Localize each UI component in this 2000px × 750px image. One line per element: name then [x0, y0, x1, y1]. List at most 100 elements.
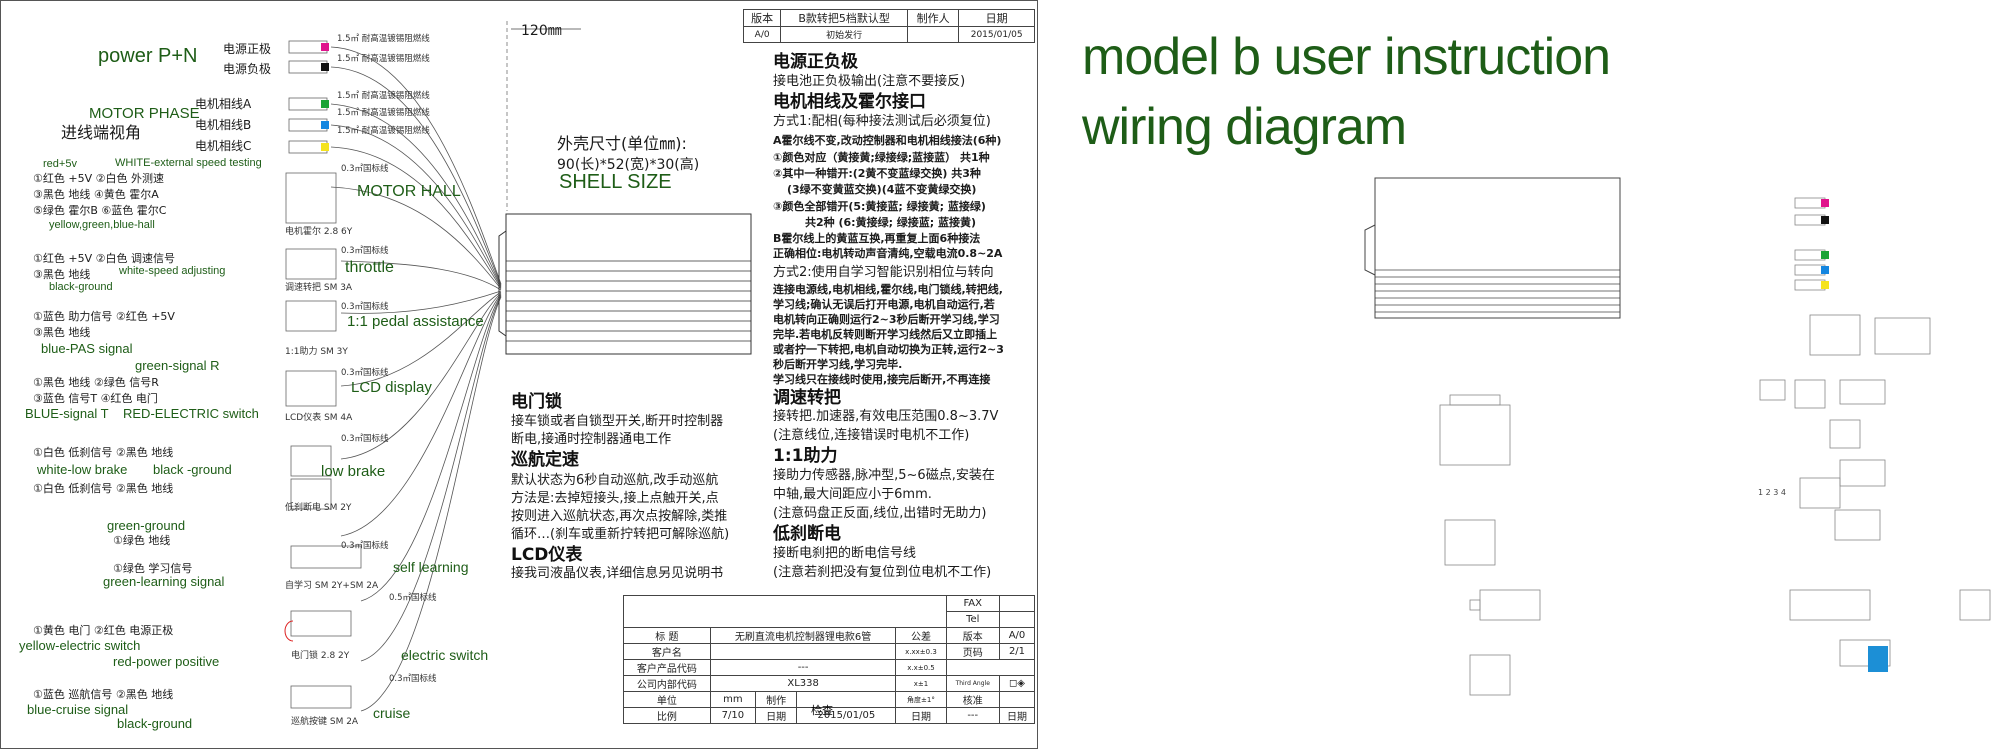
red-terminal-icon	[321, 43, 329, 51]
section-heading: 电门锁	[511, 392, 562, 412]
wire-spec: 0.3㎡国标线	[341, 302, 389, 312]
wire-spec: 0.5㎡国标线	[389, 593, 437, 603]
hall-line: ③黑色 地线 ④黄色 霍尔A	[33, 188, 159, 201]
white-low-label: white-low brake	[37, 462, 128, 477]
pas-line: ①蓝色 助力信号 ②红色 +5V	[33, 310, 175, 323]
instruction-text: (注意码盘正反面,线位,出错时无助力)	[773, 506, 987, 521]
instruction-text: (注意线位,连接错误时电机不工作)	[773, 428, 970, 443]
projection-label: Third Angle	[945, 675, 1000, 692]
instruction-text: 电机转向正确则运行2~3秒后断开学习线,学习	[773, 313, 1000, 326]
wire-spec: 0.3㎡国标线	[389, 674, 437, 684]
switch-line: ①黄色 电门 ②红色 电源正极	[33, 624, 174, 637]
phase-c: 电机相线C	[195, 139, 252, 153]
instruction-text: 接我司液晶仪表,详细信息另见说明书	[511, 566, 724, 581]
section-heading: 巡航定速	[511, 450, 579, 470]
section-heading: 电机相线及霍尔接口	[773, 92, 926, 112]
instruction-text: 中轴,最大间距应小于6mm.	[773, 487, 932, 502]
lcd-line: ③蓝色 信号T ④红色 电门	[33, 392, 158, 405]
throttle-line: ①红色 +5V ②白色 调速信号	[33, 252, 175, 265]
date-label: 日期	[998, 707, 1036, 724]
black-terminal-icon	[321, 63, 329, 71]
lcd-line: ①黑色 地线 ②绿色 信号R	[33, 376, 159, 389]
red5v-label: red+5v	[43, 158, 77, 170]
page-value: 2/1	[998, 643, 1036, 660]
red-pp-label: red-power positive	[113, 654, 220, 669]
page-label: 页码	[945, 643, 1000, 660]
white-speed-label: white-speed adjusting	[119, 265, 226, 277]
green-learn-label: green-learning signal	[103, 574, 225, 589]
hall-line: ①红色 +5V ②白色 外测速	[33, 172, 164, 185]
black-ground-label: black-ground	[49, 281, 113, 293]
instruction-text: 接断电刹把的断电信号线	[773, 546, 917, 561]
motor-phase-label: MOTOR PHASE	[89, 105, 200, 122]
throttle-line: ③黑色 地线	[33, 268, 91, 281]
section-heading: 电源正负极	[773, 52, 858, 72]
blue-t-label: BLUE-signal T	[25, 406, 109, 421]
brake-part: 低刹断电 SM 2Y	[285, 503, 352, 513]
instruction-text: 接助力传感器,脉冲型,5~6磁点,安装在	[773, 468, 995, 483]
customer-code-label: 客户产品代码	[623, 659, 711, 676]
maker-label: 制作人	[906, 9, 960, 27]
instruction-text: A霍尔线不变,改动控制器和电机相线接法(6种)	[773, 134, 1002, 147]
hall-line: ⑤绿色 霍尔B ⑥蓝色 霍尔C	[33, 204, 167, 217]
green-terminal-icon	[1821, 251, 1829, 259]
dimension-label: 120㎜	[521, 23, 562, 39]
wiring-sheet: 版本 B款转把5档默认型 制作人 日期 A/0 初始发行 2015/01/05 120㎜ …	[0, 0, 1038, 749]
instruction-text: ③颜色全部错开(5:黄接蓝; 绿接黄; 蓝接绿)	[773, 200, 986, 213]
user-instruction-sheet: model b user instruction wiring diagram	[1040, 0, 2000, 749]
instruction-text: B霍尔线上的黄蓝互换,再重复上面6种接法	[773, 232, 981, 245]
lcd-label: LCD display	[351, 379, 432, 396]
wire-spec: 1.5㎡ 耐高温镀锡阻燃线	[337, 34, 430, 44]
instruction-text: 秒后断开学习线,学习完毕.	[773, 358, 903, 371]
fax-label: FAX	[945, 595, 1000, 612]
instruction-text: 方式1:配相(每种接法测试后必须复位)	[773, 114, 991, 129]
tel-label: Tel	[945, 611, 1000, 628]
lcd-part: LCD仪表 SM 4A	[285, 413, 353, 423]
check-label: 检查	[811, 704, 833, 717]
tolerance-2: x.x±0.5	[895, 659, 947, 676]
yellow-terminal-icon	[1821, 281, 1829, 289]
power-label: power P+N	[98, 45, 198, 67]
instruction-text: 接电池正负极输出(注意不要接反)	[773, 74, 966, 89]
self-learning-label: self learning	[393, 559, 469, 575]
tolerance-label: 公差	[895, 627, 947, 644]
electric-switch-label: electric switch	[401, 647, 489, 663]
green-terminal-icon	[321, 100, 329, 108]
green-ground-label: green-ground	[107, 518, 186, 533]
yellow-terminal-icon	[321, 143, 329, 151]
tolerance-4: 角度±1°	[895, 691, 947, 708]
view-label: 进线端视角	[61, 123, 142, 142]
low-brake-label: low brake	[321, 463, 386, 480]
phase-b: 电机相线B	[195, 118, 252, 132]
revision-table: 版本 B款转把5档默认型 制作人 日期 A/0 初始发行 2015/01/05	[742, 9, 1035, 43]
black-ground-label: black-ground	[117, 716, 193, 731]
blue-pas-label: blue-PAS signal	[41, 341, 133, 356]
product-title: 无刷直流电机控制器锂电款6管	[709, 627, 897, 644]
power-positive: 电源正极	[223, 42, 272, 56]
brake-line: ①白色 低刹信号 ②黑色 地线	[33, 482, 174, 495]
wire-spec: 0.3㎡国标线	[341, 246, 389, 256]
instruction-text: 方式2:使用自学习智能识别相位与转向	[773, 265, 994, 280]
wire-spec: 0.3㎡国标线	[341, 368, 389, 378]
hall-colors: yellow,green,blue-hall	[49, 219, 155, 231]
cruise-label: cruise	[373, 705, 411, 721]
date-label: 日期	[754, 707, 798, 724]
motor-hall-label: MOTOR HALL	[357, 183, 461, 200]
tolerance-1: x.xx±0.3	[895, 643, 947, 660]
instruction-text: 学习线;确认无误后打开电源,电机自动运行,若	[773, 298, 995, 311]
approve-label: 核准	[945, 691, 1000, 708]
instruction-text: 断电,接通时控制器通电工作	[511, 432, 672, 447]
black-ground-label: black -ground	[153, 462, 232, 477]
pin-numbers: 1 2 3 4	[1758, 488, 1786, 497]
unit-value: mm	[709, 691, 756, 708]
make-label: 制作	[754, 691, 798, 708]
section-heading: LCD仪表	[511, 545, 583, 565]
brake-line: ①白色 低刹信号 ②黑色 地线	[33, 446, 174, 459]
wire-spec: 1.5㎡ 耐高温镀锡阻燃线	[337, 54, 430, 64]
shell-size-cn: 外壳尺寸(单位㎜):	[557, 134, 687, 153]
instruction-text: (3绿不变黄蓝交换)(4蓝不变黄绿交换)	[787, 183, 977, 196]
pas-part: 1:1助力 SM 3Y	[285, 347, 348, 357]
instruction-text: 正确相位:电机转动声音清纯,空载电流0.8~2A	[773, 247, 1003, 260]
version-label: 版本	[945, 627, 1000, 644]
wire-spec: 1.5㎡ 耐高温镀锡阻燃线	[337, 108, 430, 118]
